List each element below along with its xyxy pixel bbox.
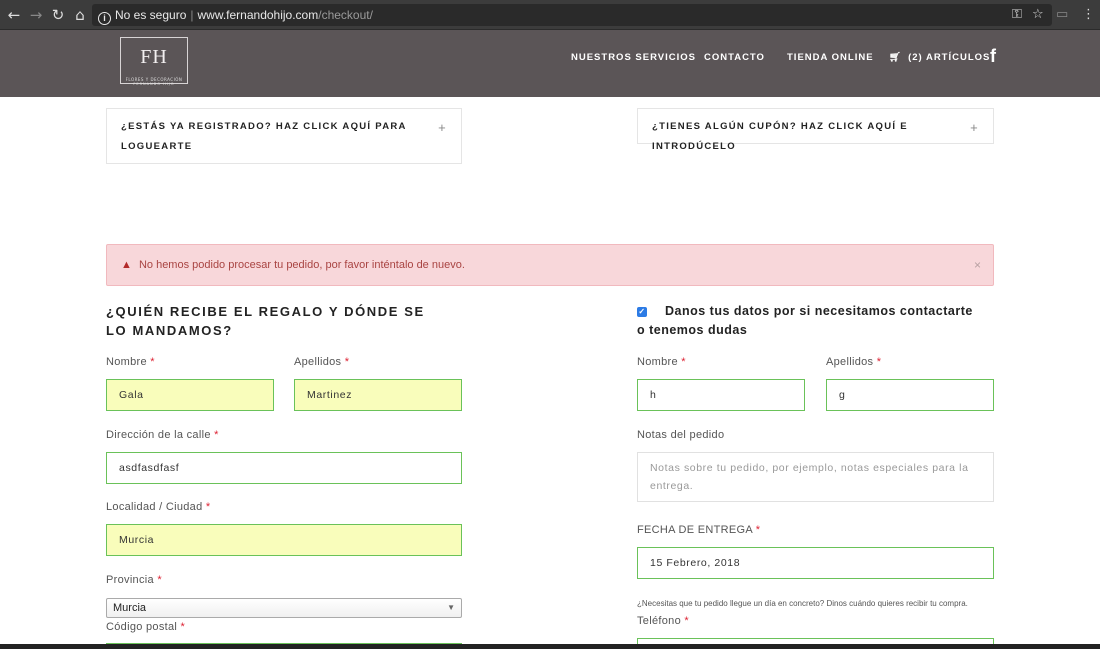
info-icon[interactable]: i (98, 12, 111, 25)
login-notice-text: ¿ESTÁS YA REGISTRADO? HAZ CLICK AQUÍ PAR… (121, 121, 407, 152)
city-input[interactable]: Murcia (106, 524, 462, 556)
plus-icon: + (970, 120, 979, 135)
sender-first-name-input[interactable]: h (637, 379, 805, 411)
url-host: www.fernandohijo.com (197, 8, 319, 22)
warning-icon: ▲ (121, 259, 132, 271)
street-label: Dirección de la calle * (106, 429, 219, 441)
recipient-first-name-label: Nombre * (106, 356, 155, 368)
logo-monogram: FH (140, 46, 168, 68)
cart-icon: 🛒︎ (889, 52, 903, 63)
province-label: Provincia * (106, 574, 162, 586)
error-alert: ▲ No hemos podido procesar tu pedido, po… (106, 244, 994, 286)
coupon-notice-text: ¿TIENES ALGÚN CUPÓN? HAZ CLICK AQUÍ E IN… (652, 121, 908, 152)
postcode-label: Código postal * (106, 621, 186, 633)
kebab-menu-icon[interactable]: ⋮ (1082, 5, 1095, 25)
back-arrow-icon[interactable]: ← (4, 5, 24, 25)
street-input[interactable]: asdfasdfasf (106, 452, 462, 484)
contact-checkbox-row[interactable]: ✓ Danos tus datos por si necesitamos cont… (637, 302, 977, 340)
nav-item-contacto[interactable]: CONTACTO (704, 52, 765, 63)
star-icon[interactable]: ☆ (1032, 5, 1044, 25)
security-label: No es seguro (115, 8, 187, 22)
address-bar[interactable]: i No es seguro | www.fernandohijo.com/check… (92, 4, 1052, 26)
logo-subtag: FERNANDO HIJO (133, 82, 175, 86)
nav-item-servicios[interactable]: NUESTROS SERVICIOS (571, 52, 696, 63)
sender-last-name-input[interactable]: g (826, 379, 994, 411)
phone-label: Teléfono * (637, 615, 689, 627)
province-value: Murcia (113, 602, 147, 614)
sender-first-name-label: Nombre * (637, 356, 686, 368)
window-bottom-edge (0, 644, 1100, 649)
delivery-date-input[interactable]: 15 Febrero, 2018 (637, 547, 994, 579)
recipient-title: ¿QUIÉN RECIBE EL REGALO Y DÓNDE SE LO MA… (106, 304, 425, 338)
plus-icon: + (438, 120, 447, 135)
notes-label: Notas del pedido (637, 429, 725, 441)
site-logo[interactable]: FH FLORES Y DECORACIÓN FERNANDO HIJO (120, 37, 188, 86)
nav-item-tienda[interactable]: TIENDA ONLINE (787, 52, 874, 63)
chevron-down-icon: ▼ (447, 603, 455, 612)
city-label: Localidad / Ciudad * (106, 501, 211, 513)
key-icon[interactable]: ⚿ (1012, 5, 1022, 25)
sender-last-name-label: Apellidos * (826, 356, 882, 368)
recipient-first-name-input[interactable]: Gala (106, 379, 274, 411)
cast-icon[interactable]: ▭ (1056, 5, 1068, 25)
url-path: /checkout/ (318, 8, 373, 22)
login-notice[interactable]: ¿ESTÁS YA REGISTRADO? HAZ CLICK AQUÍ PAR… (106, 108, 462, 164)
checkbox-checked-icon[interactable]: ✓ (637, 307, 647, 317)
delivery-date-label: FECHA DE ENTREGA * (637, 524, 761, 536)
recipient-last-name-label: Apellidos * (294, 356, 350, 368)
home-icon[interactable]: ⌂ (70, 5, 90, 25)
reload-icon[interactable]: ↻ (48, 5, 68, 25)
forward-arrow-icon[interactable]: → (26, 5, 46, 25)
browser-toolbar: ← → ↻ ⌂ i No es seguro | www.fernandohijo.c… (0, 0, 1100, 30)
recipient-last-name-input[interactable]: Martinez (294, 379, 462, 411)
contact-checkbox-label: Danos tus datos por si necesitamos conta… (637, 304, 973, 337)
cart-label: (2) ARTÍCULOS (908, 52, 991, 63)
notes-textarea[interactable]: Notas sobre tu pedido, por ejemplo, nota… (637, 452, 994, 502)
site-header: FH FLORES Y DECORACIÓN FERNANDO HIJO NUE… (0, 30, 1100, 97)
nav-item-cart[interactable]: 🛒︎ (2) ARTÍCULOS (889, 52, 990, 63)
error-message: No hemos podido procesar tu pedido, por … (138, 259, 465, 271)
delivery-help-text: ¿Necesitas que tu pedido llegue un día e… (637, 599, 968, 608)
coupon-notice[interactable]: ¿TIENES ALGÚN CUPÓN? HAZ CLICK AQUÍ E IN… (637, 108, 994, 152)
facebook-icon[interactable]: f (990, 46, 996, 67)
province-select[interactable]: Murcia ▼ (106, 598, 462, 618)
close-icon[interactable]: × (974, 245, 981, 285)
